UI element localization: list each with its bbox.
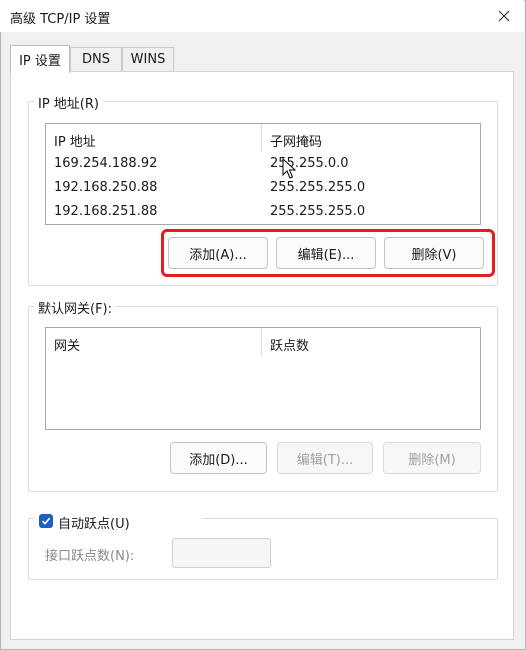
mouse-cursor-icon <box>282 157 297 184</box>
interface-metric-input[interactable] <box>172 538 271 568</box>
gateway-add-button[interactable]: 添加(D)... <box>170 442 267 474</box>
gateway-list[interactable] <box>45 327 481 430</box>
window-title: 高级 TCP/IP 设置 <box>10 12 111 27</box>
close-button[interactable] <box>482 0 526 32</box>
highlight-box <box>161 229 495 277</box>
tab-ip-settings[interactable]: IP 设置 <box>10 45 70 73</box>
auto-metric-checkbox[interactable] <box>39 514 53 528</box>
interface-metric-label: 接口跃点数(N): <box>45 549 135 564</box>
tab-dns[interactable]: DNS <box>70 47 122 71</box>
ip-row-3-subnet[interactable]: 255.255.255.0 <box>270 204 365 219</box>
column-header-metric[interactable]: 跃点数 <box>270 335 309 354</box>
default-gateway-group-label: 默认网关(F): <box>34 298 117 317</box>
column-separator <box>261 124 262 152</box>
ip-row-1-address[interactable]: 169.254.188.92 <box>54 156 157 171</box>
column-header-gateway[interactable]: 网关 <box>54 335 80 354</box>
column-header-ip[interactable]: IP 地址 <box>54 131 96 150</box>
close-icon <box>498 10 510 22</box>
tab-wins[interactable]: WINS <box>122 47 174 71</box>
gateway-delete-button[interactable]: 删除(M) <box>383 442 481 474</box>
ip-address-group-label: IP 地址(R) <box>34 93 103 112</box>
auto-metric-label[interactable]: 自动跃点(U) <box>58 513 130 532</box>
checkmark-icon <box>41 517 51 525</box>
ip-row-2-address[interactable]: 192.168.250.88 <box>54 180 157 195</box>
column-separator <box>261 328 262 356</box>
ip-row-3-address[interactable]: 192.168.251.88 <box>54 204 157 219</box>
column-header-subnet[interactable]: 子网掩码 <box>270 131 322 150</box>
gateway-edit-button[interactable]: 编辑(T)... <box>277 442 373 474</box>
